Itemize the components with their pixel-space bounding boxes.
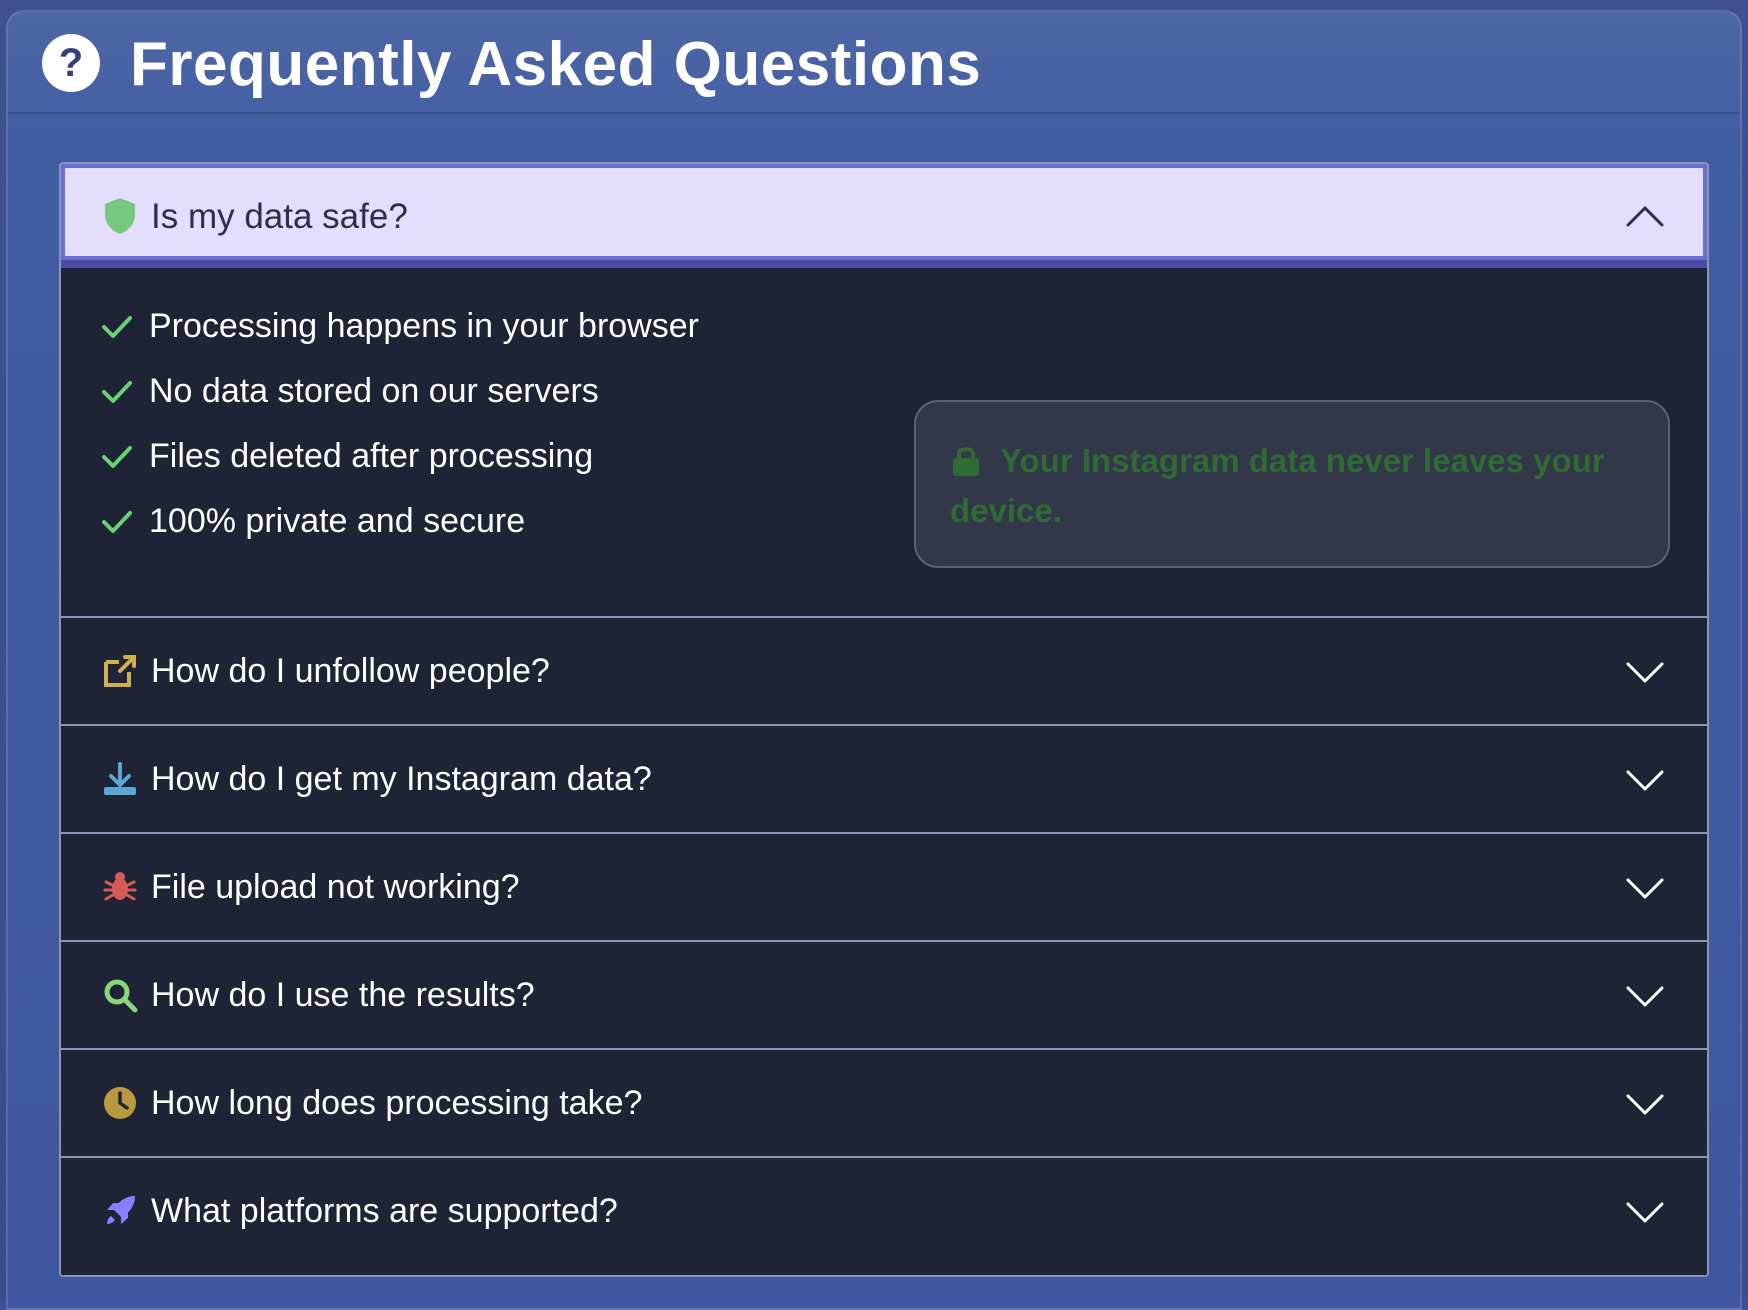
checkmark-icon: [102, 445, 132, 468]
point-label: Processing happens in your browser: [149, 307, 699, 345]
list-item: 100% private and secure: [101, 489, 699, 554]
faq-item-upload[interactable]: File upload not working?: [61, 834, 1707, 942]
faq-item-get-data[interactable]: How do I get my Instagram data?: [61, 726, 1707, 834]
rocket-icon: [107, 1196, 135, 1224]
chevron-down-icon: [1626, 770, 1664, 791]
faq-question-label: What platforms are supported?: [151, 1192, 618, 1230]
shield-icon: [105, 198, 135, 234]
faq-question-label: How long does processing take?: [151, 1084, 643, 1122]
chevron-down-icon: [1626, 662, 1664, 683]
list-item: Processing happens in your browser: [101, 294, 699, 359]
page-title: Frequently Asked Questions: [130, 30, 982, 99]
privacy-note-text: Your Instagram data never leaves your de…: [950, 442, 1605, 529]
faq-item-results[interactable]: How do I use the results?: [61, 942, 1707, 1050]
faq-question-label: How do I get my Instagram data?: [151, 760, 652, 798]
chevron-down-icon: [1626, 1202, 1664, 1223]
checkmark-icon: [102, 380, 132, 403]
safety-points: Processing happens in your browser No da…: [101, 294, 699, 554]
list-item: No data stored on our servers: [101, 359, 699, 424]
faq-question-label: How do I use the results?: [151, 976, 535, 1014]
faq-answer-data-safe: Processing happens in your browser No da…: [61, 268, 1707, 618]
faq-question-label: Is my data safe?: [151, 197, 408, 236]
clock-icon: [104, 1087, 136, 1119]
faq-question-label: File upload not working?: [151, 868, 520, 906]
point-label: Files deleted after processing: [149, 437, 594, 475]
point-label: 100% private and secure: [149, 502, 526, 540]
faq-item-unfollow[interactable]: How do I unfollow people?: [61, 618, 1707, 726]
chevron-down-icon: [1626, 986, 1664, 1007]
help-icon: ?: [42, 34, 100, 92]
privacy-note: Your Instagram data never leaves your de…: [914, 400, 1670, 568]
external-link-icon: [104, 655, 136, 687]
faq-item-platforms[interactable]: What platforms are supported?: [61, 1158, 1707, 1266]
faq-question-label: How do I unfollow people?: [151, 652, 550, 690]
list-item: Files deleted after processing: [101, 424, 699, 489]
chevron-down-icon: [1626, 1094, 1664, 1115]
bug-icon: [103, 872, 137, 901]
checkmark-icon: [102, 315, 132, 338]
chevron-up-icon: [1626, 206, 1664, 227]
download-icon: [104, 762, 136, 795]
faq-item-data-safe[interactable]: Is my data safe?: [61, 164, 1707, 268]
checkmark-icon: [102, 510, 132, 533]
chevron-down-icon: [1626, 878, 1664, 899]
faq-item-processing-time[interactable]: How long does processing take?: [61, 1050, 1707, 1158]
faq-accordion: Is my data safe? Processing happens in y…: [59, 162, 1709, 1277]
faq-panel: ? Frequently Asked Questions Is my data …: [6, 10, 1742, 1310]
privacy-note-text-wrap: Your Instagram data never leaves your de…: [950, 436, 1630, 536]
point-label: No data stored on our servers: [149, 372, 599, 410]
faq-header: ? Frequently Asked Questions: [8, 12, 1740, 114]
lock-icon: [953, 447, 979, 476]
search-icon: [104, 979, 138, 1013]
